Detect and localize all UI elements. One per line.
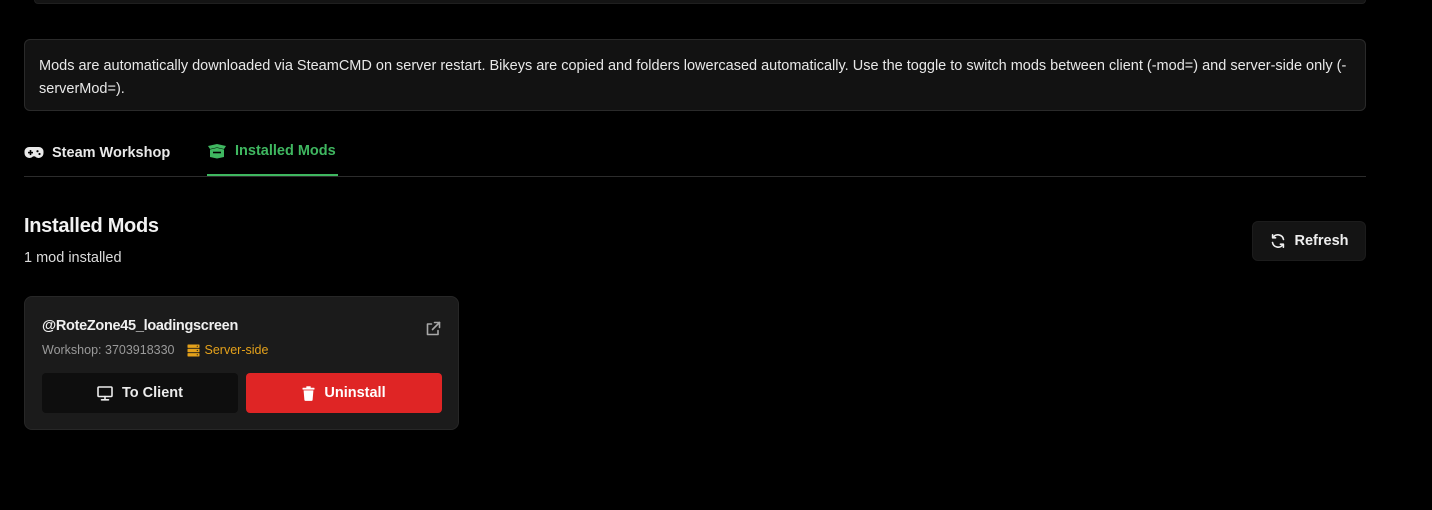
external-link-icon[interactable]: [425, 321, 441, 337]
refresh-icon: [1270, 233, 1286, 249]
info-text: Mods are automatically downloaded via St…: [39, 58, 1347, 97]
active-tab-indicator: [207, 174, 338, 176]
section-title: Installed Mods: [24, 215, 159, 237]
gamepad-icon: [24, 146, 44, 160]
tab-steam-workshop-label: Steam Workshop: [52, 144, 171, 161]
mod-name: @RoteZone45_loadingscreen: [42, 318, 238, 334]
workshop-id: Workshop: 3703918330: [42, 343, 175, 357]
info-notice: Mods are automatically downloaded via St…: [24, 39, 1366, 111]
server-side-label: Server-side: [204, 343, 269, 357]
to-client-button[interactable]: To Client: [42, 373, 238, 413]
tab-installed-mods-label: Installed Mods: [235, 142, 336, 159]
tab-steam-workshop[interactable]: Steam Workshop: [24, 129, 170, 176]
uninstall-label: Uninstall: [324, 385, 386, 401]
tab-installed-mods[interactable]: Installed Mods: [207, 127, 336, 174]
server-side-badge: Server-side: [187, 343, 269, 357]
to-client-label: To Client: [122, 385, 183, 401]
mod-meta: Workshop: 3703918330 Server-side: [42, 343, 268, 357]
server-icon: [187, 344, 200, 357]
mod-card: @RoteZone45_loadingscreen Workshop: 3703…: [24, 296, 459, 430]
box-icon: [207, 143, 227, 159]
monitor-icon: [97, 385, 113, 401]
top-panel-edge: [34, 0, 1366, 4]
tab-bar: Steam Workshop Installed Mods: [24, 130, 1366, 177]
uninstall-button[interactable]: Uninstall: [246, 373, 442, 413]
refresh-button[interactable]: Refresh: [1252, 221, 1366, 261]
trash-icon: [302, 385, 315, 401]
refresh-label: Refresh: [1294, 233, 1349, 249]
mod-count: 1 mod installed: [24, 250, 122, 266]
